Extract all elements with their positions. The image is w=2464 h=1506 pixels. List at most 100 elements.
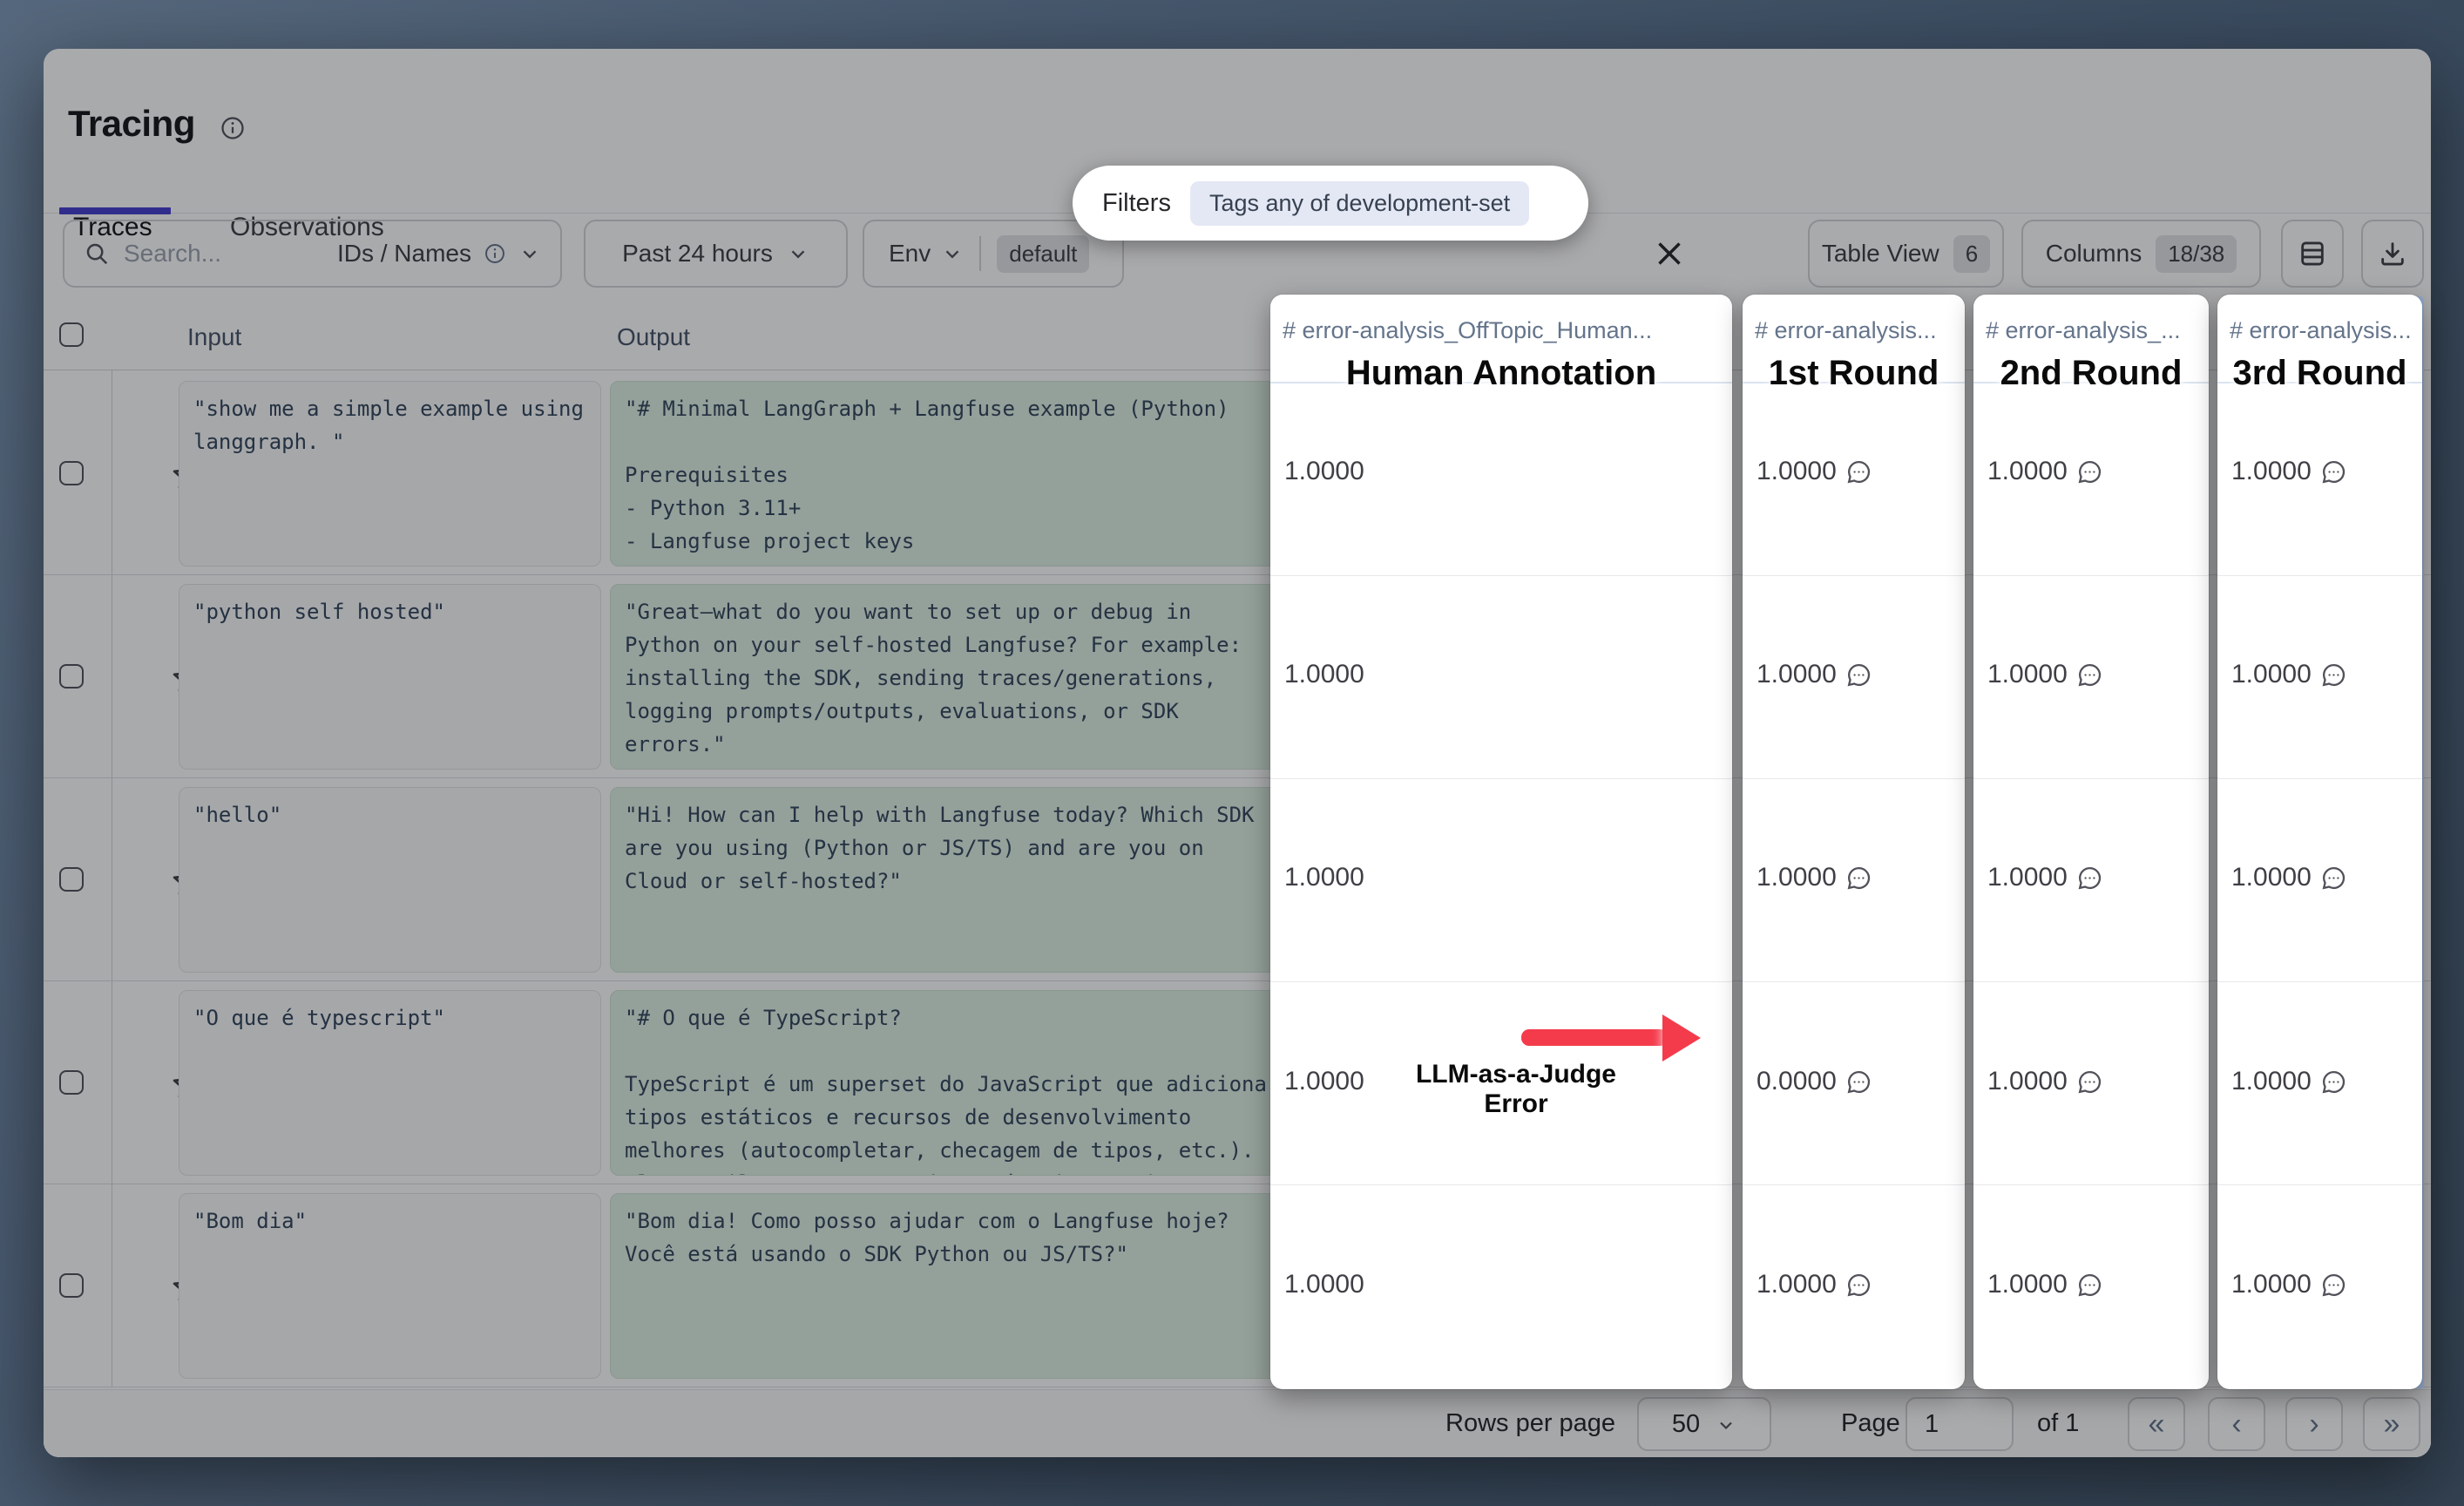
- row-divider: [1270, 778, 1732, 779]
- score-number: 0.0000: [1757, 1067, 1837, 1096]
- output-cell[interactable]: "# O que é TypeScript? TypeScript é um s…: [610, 990, 1283, 1176]
- score-number: 1.0000: [1757, 457, 1837, 486]
- comment-icon[interactable]: [1845, 1068, 1872, 1096]
- comment-icon[interactable]: [2076, 661, 2103, 689]
- score-value: 1.0000: [2231, 1067, 2347, 1096]
- comment-icon[interactable]: [1845, 458, 1872, 485]
- column-annotation-label: Human Annotation: [1270, 354, 1732, 393]
- select-all-checkbox[interactable]: [59, 322, 84, 347]
- comment-icon[interactable]: [2076, 865, 2103, 892]
- page-label: Page: [1841, 1409, 1900, 1438]
- row-checkbox[interactable]: [59, 461, 84, 485]
- page-number-value: 1: [1925, 1410, 1939, 1439]
- score-column-2: # error-analysis... 1st Round 1.0000 1.0000…: [1743, 295, 1965, 1389]
- input-cell[interactable]: "python self hosted": [179, 584, 601, 770]
- score-number: 1.0000: [2231, 1067, 2312, 1096]
- row-divider: [1270, 981, 1732, 982]
- score-number: 1.0000: [1284, 660, 1364, 689]
- comment-icon[interactable]: [1845, 1272, 1872, 1299]
- score-number: 1.0000: [2231, 863, 2312, 892]
- row-divider: [1973, 575, 2209, 576]
- row-divider: [2217, 1184, 2422, 1185]
- score-value: 1.0000: [1757, 863, 1872, 892]
- comment-icon[interactable]: [2320, 458, 2347, 485]
- output-cell[interactable]: "Bom dia! Como posso ajudar com o Langfu…: [610, 1193, 1283, 1379]
- score-value: 1.0000: [1987, 863, 2103, 892]
- comment-icon[interactable]: [2076, 458, 2103, 485]
- row-checkbox[interactable]: [59, 867, 84, 892]
- row-divider: [1973, 981, 2209, 982]
- column-header-output[interactable]: Output: [617, 323, 690, 351]
- filter-tag-badge[interactable]: Tags any of development-set: [1190, 181, 1529, 226]
- comment-icon[interactable]: [2320, 1068, 2347, 1096]
- score-column-header[interactable]: # error-analysis_OffTopic_Human...: [1283, 317, 1723, 344]
- score-value: 1.0000: [1757, 1270, 1872, 1299]
- score-value: 1.0000: [1284, 1067, 1364, 1096]
- input-cell[interactable]: "O que é typescript": [179, 990, 601, 1176]
- output-cell[interactable]: "# Minimal LangGraph + Langfuse example …: [610, 381, 1283, 566]
- pagination-footer: Rows per page 50 Page 1 of 1 « ‹ › »: [44, 1389, 2431, 1457]
- row-divider: [1973, 1184, 2209, 1185]
- comment-icon[interactable]: [1845, 865, 1872, 892]
- score-value: 1.0000: [1757, 660, 1872, 689]
- last-page-button[interactable]: »: [2363, 1397, 2420, 1451]
- score-column-4: # error-analysis...3rd Round1.00001.0000…: [2217, 295, 2422, 1389]
- column-header-input[interactable]: Input: [187, 323, 241, 351]
- next-page-button[interactable]: ›: [2285, 1397, 2343, 1451]
- row-divider: [1743, 575, 1965, 576]
- row-divider: [1743, 1184, 1965, 1185]
- score-value: 1.0000: [1757, 457, 1872, 486]
- comment-icon[interactable]: [2320, 1272, 2347, 1299]
- score-number: 1.0000: [2231, 1270, 2312, 1299]
- score-number: 1.0000: [1284, 863, 1364, 892]
- comment-icon[interactable]: [2320, 865, 2347, 892]
- active-tab-indicator: [59, 207, 171, 214]
- row-divider: [2217, 981, 2422, 982]
- score-value: 1.0000: [1284, 457, 1364, 486]
- score-number: 1.0000: [1757, 660, 1837, 689]
- rows-per-page-select[interactable]: 50: [1637, 1397, 1771, 1451]
- score-value: 1.0000: [1284, 660, 1364, 689]
- row-divider: [1270, 1184, 1732, 1185]
- score-column-3: # error-analysis_... 2nd Round 1.0000 1.000…: [1973, 295, 2209, 1389]
- score-column-header[interactable]: # error-analysis...: [1755, 317, 1956, 344]
- score-value: 1.0000: [1987, 1270, 2103, 1299]
- comment-icon[interactable]: [2076, 1068, 2103, 1096]
- row-checkbox[interactable]: [59, 1070, 84, 1095]
- score-value: 1.0000: [1987, 1067, 2103, 1096]
- input-cell[interactable]: "show me a simple example using langgrap…: [179, 381, 601, 566]
- row-divider: [2217, 575, 2422, 576]
- previous-page-button[interactable]: ‹: [2208, 1397, 2265, 1451]
- row-checkbox[interactable]: [59, 1273, 84, 1298]
- score-value: 1.0000: [2231, 457, 2347, 486]
- score-number: 1.0000: [1987, 660, 2068, 689]
- input-cell[interactable]: "Bom dia": [179, 1193, 601, 1379]
- score-value: 1.0000: [2231, 863, 2347, 892]
- input-cell[interactable]: "hello": [179, 787, 601, 973]
- score-value: 1.0000: [1987, 660, 2103, 689]
- comment-icon[interactable]: [2076, 1272, 2103, 1299]
- info-icon[interactable]: [220, 115, 246, 141]
- score-value: 1.0000: [1284, 863, 1364, 892]
- output-cell[interactable]: "Hi! How can I help with Langfuse today?…: [610, 787, 1283, 973]
- rows-per-page-value: 50: [1672, 1410, 1700, 1439]
- row-divider: [1743, 981, 1965, 982]
- score-value: 1.0000: [2231, 1270, 2347, 1299]
- score-column-header[interactable]: # error-analysis_...: [1986, 317, 2200, 344]
- comment-icon[interactable]: [1845, 661, 1872, 689]
- column-annotation-label: 1st Round: [1743, 354, 1965, 393]
- score-column-1: # error-analysis_OffTopic_Human... Human …: [1270, 295, 1732, 1389]
- annotation-arrow-head: [1662, 1014, 1701, 1062]
- row-divider: [2217, 778, 2422, 779]
- score-number: 1.0000: [1757, 863, 1837, 892]
- page-number-input[interactable]: 1: [1906, 1397, 2014, 1451]
- chevron-down-icon: [1716, 1414, 1736, 1435]
- first-page-button[interactable]: «: [2128, 1397, 2185, 1451]
- row-checkbox[interactable]: [59, 664, 84, 689]
- score-number: 1.0000: [1757, 1270, 1837, 1299]
- score-column-header[interactable]: # error-analysis...: [2230, 317, 2413, 344]
- comment-icon[interactable]: [2320, 661, 2347, 689]
- output-cell[interactable]: "Great—what do you want to set up or deb…: [610, 584, 1283, 770]
- filters-control[interactable]: Filters Tags any of development-set: [1073, 166, 1588, 241]
- column-annotation-label: 2nd Round: [1973, 354, 2209, 393]
